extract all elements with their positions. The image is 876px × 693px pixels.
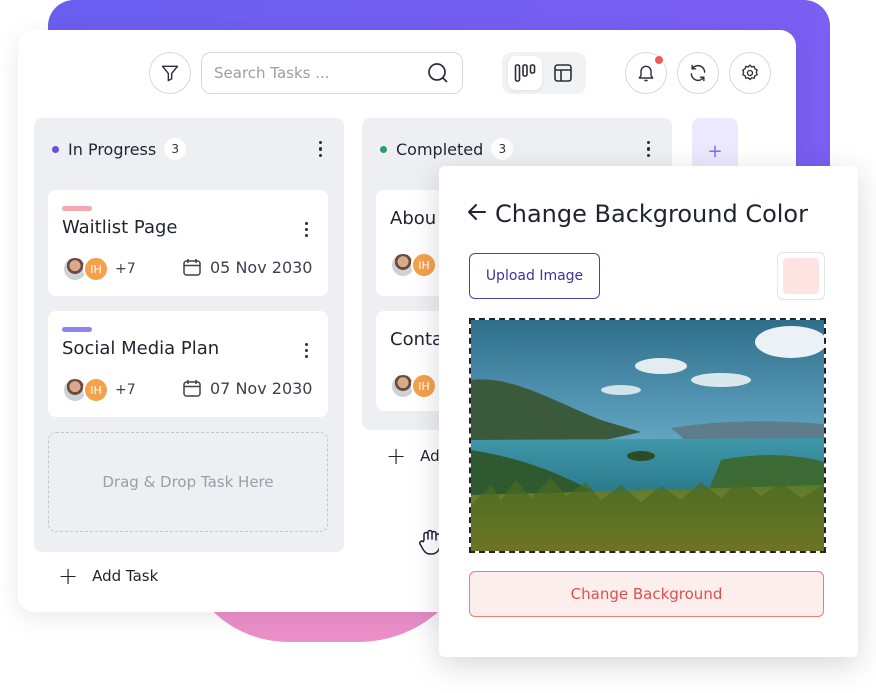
column-menu-icon[interactable]	[643, 139, 655, 160]
modal-title: Change Background Color	[495, 200, 808, 228]
due-date-text: 05 Nov 2030	[210, 257, 313, 277]
refresh-icon	[690, 64, 706, 82]
plus-icon: +	[386, 442, 407, 470]
add-task-label: Add Task	[92, 567, 159, 585]
task-title: Abou	[390, 208, 437, 229]
kanban-view-button[interactable]	[508, 56, 542, 90]
back-arrow-icon[interactable]	[467, 202, 487, 227]
task-tag	[62, 206, 92, 211]
due-date: 05 Nov 2030	[182, 257, 312, 277]
column-title: Completed	[396, 139, 484, 159]
column-in-progress: In Progress 3 Waitlist Page IH +7 05 Nov…	[34, 118, 344, 552]
assignees: IH +7	[62, 256, 136, 282]
calendar-icon	[183, 380, 201, 397]
notification-badge	[654, 55, 664, 65]
avatar-initials: IH	[83, 377, 109, 403]
search-bar	[201, 52, 463, 94]
toolbar	[18, 30, 796, 118]
avatar-initials: IH	[411, 373, 437, 399]
kanban-view-icon	[514, 64, 536, 82]
add-task-button[interactable]: + Add Task	[58, 564, 158, 588]
upload-image-button[interactable]: Upload Image	[469, 253, 600, 299]
due-date: 07 Nov 2030	[182, 378, 312, 398]
task-title: Waitlist Page	[62, 217, 178, 238]
table-view-icon	[554, 64, 572, 82]
refresh-button[interactable]	[677, 52, 719, 94]
task-card[interactable]: Waitlist Page IH +7 05 Nov 2030	[48, 190, 328, 296]
filter-button[interactable]	[149, 52, 191, 94]
column-header: In Progress 3	[52, 136, 326, 162]
notifications-button[interactable]	[625, 52, 667, 94]
column-menu-icon[interactable]	[315, 139, 327, 160]
view-toggle	[502, 52, 586, 94]
task-tag	[62, 327, 92, 332]
task-count-badge: 3	[164, 138, 187, 160]
gear-icon	[742, 64, 758, 81]
plus-icon: +	[58, 562, 79, 590]
change-background-modal: Change Background Color Upload Image Cha…	[439, 166, 858, 657]
add-task-button[interactable]: + Ad	[386, 444, 440, 468]
column-title: In Progress	[68, 139, 157, 159]
drop-zone[interactable]: Drag & Drop Task Here	[48, 432, 328, 532]
status-dot	[52, 145, 59, 153]
more-assignees-count: +7	[115, 261, 136, 277]
calendar-icon	[183, 259, 201, 276]
task-menu-icon[interactable]	[301, 341, 312, 360]
filter-icon	[161, 65, 179, 82]
column-header: Completed 3	[380, 136, 654, 162]
background-image-preview[interactable]	[469, 318, 826, 553]
color-swatch-button[interactable]	[777, 252, 825, 300]
status-dot	[380, 145, 387, 153]
modal-header: Change Background Color	[467, 200, 808, 228]
table-view-button[interactable]	[546, 56, 580, 90]
assignees: IH	[390, 252, 437, 278]
avatar-initials: IH	[83, 256, 109, 282]
assignees: IH	[390, 373, 437, 399]
task-title: Conta	[390, 329, 444, 350]
task-menu-icon[interactable]	[301, 220, 312, 239]
due-date-text: 07 Nov 2030	[210, 378, 313, 398]
more-assignees-count: +7	[115, 382, 136, 398]
task-title: Social Media Plan	[62, 338, 220, 359]
avatar-initials: IH	[411, 252, 437, 278]
search-icon[interactable]	[426, 61, 450, 85]
add-task-label: Ad	[420, 447, 440, 465]
bell-icon	[638, 65, 654, 82]
task-count-badge: 3	[491, 138, 514, 160]
assignees: IH +7	[62, 377, 136, 403]
task-card[interactable]: Social Media Plan IH +7 07 Nov 2030	[48, 311, 328, 417]
search-input[interactable]	[214, 64, 426, 82]
settings-button[interactable]	[729, 52, 771, 94]
lake-landscape-image	[471, 320, 824, 551]
change-background-button[interactable]: Change Background	[469, 571, 824, 617]
color-swatch	[783, 258, 819, 294]
